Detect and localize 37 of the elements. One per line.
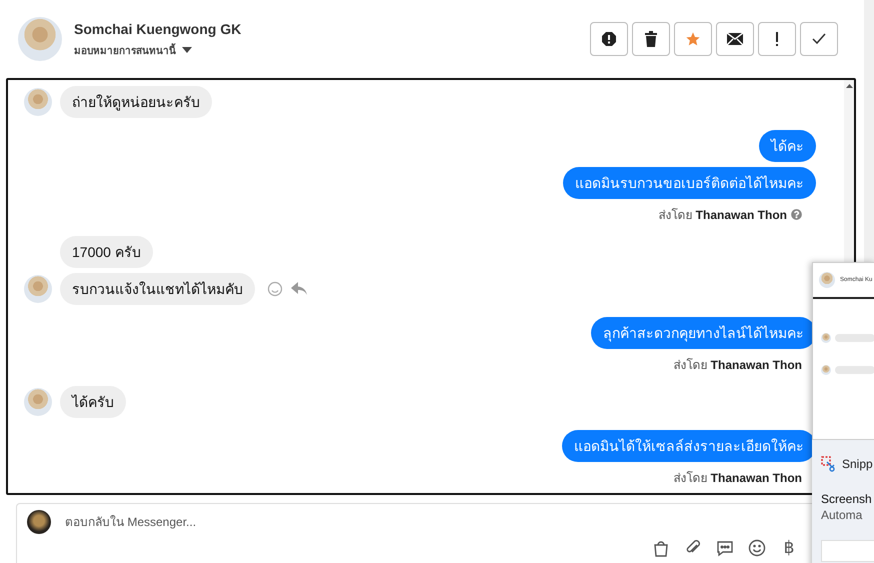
notification-title: Screensh bbox=[821, 492, 873, 506]
star-icon bbox=[685, 31, 701, 47]
exclamation-octagon-icon bbox=[601, 31, 617, 47]
exclamation-octagon-button[interactable] bbox=[590, 22, 628, 56]
message-bubble: ได้ครับ bbox=[60, 386, 126, 418]
smiley-icon[interactable] bbox=[747, 538, 767, 557]
currency-button[interactable]: ฿ bbox=[779, 538, 799, 557]
app-name: Snipp bbox=[842, 457, 873, 471]
reply-arrow-icon[interactable] bbox=[291, 282, 307, 296]
message-bubble: 17000 ครับ bbox=[60, 236, 153, 268]
assign-conversation-dropdown[interactable]: มอบหมายการสนทนานี้ bbox=[74, 42, 192, 58]
sent-by-label: ส่งโดย Thanawan Thon bbox=[673, 470, 802, 487]
envelope-button[interactable] bbox=[716, 22, 754, 56]
notification-body: Automa bbox=[821, 508, 864, 522]
message-bubble: ได้คะ bbox=[759, 130, 816, 162]
message-bubble: รบกวนแจ้งในแชทได้ไหมคับ bbox=[60, 273, 255, 305]
caret-down-icon bbox=[182, 47, 192, 53]
contact-avatar bbox=[821, 365, 831, 375]
star-button[interactable] bbox=[674, 22, 712, 56]
contact-avatar bbox=[819, 272, 835, 288]
message-bubble: ถ่ายให้ดูหน่อยนะครับ bbox=[60, 86, 212, 118]
trash-icon bbox=[644, 31, 658, 47]
envelope-icon bbox=[727, 33, 743, 45]
trash-button[interactable] bbox=[632, 22, 670, 56]
help-icon[interactable] bbox=[791, 209, 802, 220]
checkmark-button[interactable] bbox=[800, 22, 838, 56]
scroll-up-arrow-icon[interactable] bbox=[846, 84, 852, 88]
contact-name: Somchai Kuengwong GK bbox=[74, 20, 242, 36]
contact-avatar bbox=[821, 333, 831, 343]
contact-avatar bbox=[18, 17, 62, 61]
checkmark-icon bbox=[812, 33, 826, 45]
scissors-icon bbox=[821, 456, 837, 472]
exclamation-icon bbox=[775, 32, 779, 46]
sent-by-label: ส่งโดย Thanawan Thon bbox=[673, 357, 802, 374]
page-avatar bbox=[27, 510, 51, 534]
sent-by-label: ส่งโดย Thanawan Thon bbox=[658, 207, 787, 224]
message-bubble: แอดมินรบกวนขอเบอร์ติดต่อได้ไหมคะ bbox=[563, 167, 816, 199]
